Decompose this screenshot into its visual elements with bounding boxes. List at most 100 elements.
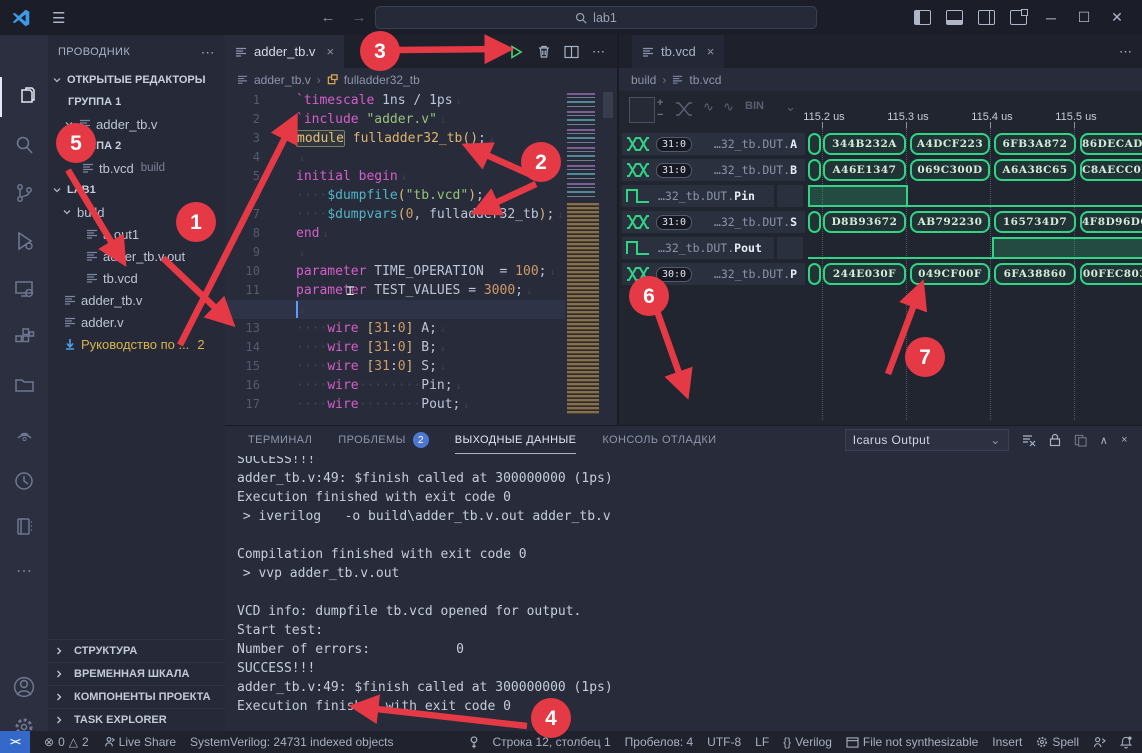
- radix-select[interactable]: BIN: [745, 100, 764, 112]
- signal-row-p[interactable]: 30:0…32_tb.DUT.P: [622, 263, 805, 285]
- tree-item-adder.v[interactable]: adder.v: [48, 311, 225, 333]
- menu-icon[interactable]: ☰: [52, 9, 65, 27]
- command-center-search[interactable]: lab1: [375, 6, 817, 29]
- notebook-icon[interactable]: [0, 507, 48, 547]
- nav-back-icon[interactable]: ←: [320, 9, 335, 26]
- breadcrumb-file[interactable]: adder_tb.v: [254, 73, 311, 87]
- customize-layout-icon[interactable]: [1010, 10, 1027, 25]
- wave-breadcrumb[interactable]: build › tb.vcd: [619, 68, 1142, 91]
- panel-tab-проблемы[interactable]: ПРОБЛЕМЫ2: [338, 426, 428, 454]
- toggle-panel-icon[interactable]: [946, 10, 963, 25]
- minimap[interactable]: [565, 91, 609, 425]
- code-line-3[interactable]: module fulladder32_tb();↓: [270, 129, 565, 148]
- analog-step-icon[interactable]: ∿: [723, 99, 734, 115]
- code-line-5[interactable]: initial begin↓: [270, 167, 565, 186]
- feedback-icon[interactable]: [1093, 736, 1106, 748]
- tree-item-adder_tb.v.out[interactable]: adder_tb.v.out: [48, 245, 225, 267]
- synthesizable-status[interactable]: File not synthesizable: [846, 735, 978, 749]
- explorer-icon[interactable]: [0, 77, 50, 117]
- panel-tab-консоль-отладки[interactable]: КОНСОЛЬ ОТЛАДКИ: [602, 426, 716, 454]
- run-and-debug-icon[interactable]: [0, 221, 48, 261]
- close-panel-icon[interactable]: ×: [1121, 434, 1128, 446]
- insert-mode[interactable]: Insert: [992, 735, 1022, 749]
- output-content[interactable]: SUCCESS!!!adder_tb.v:49: $finish called …: [237, 456, 1132, 732]
- clear-output-icon[interactable]: [1022, 433, 1036, 447]
- code-line-11[interactable]: parameter TEST_VALUES = 3000;↓: [270, 281, 565, 300]
- maximize-panel-icon[interactable]: ∧: [1100, 434, 1108, 447]
- live-share-icon[interactable]: [0, 413, 48, 453]
- toggle-sidebar-icon[interactable]: [914, 10, 931, 25]
- toggle-secondary-sidebar-icon[interactable]: [978, 10, 995, 25]
- editor-more-icon[interactable]: ⋯: [592, 44, 605, 60]
- sidebar-section-временная-шкала[interactable]: ВРЕМЕННАЯ ШКАЛА: [48, 662, 225, 685]
- breadcrumb-symbol[interactable]: fulladder32_tb: [344, 73, 420, 87]
- panel-tab-выходные-данные[interactable]: ВЫХОДНЫЕ ДАННЫЕ: [455, 426, 577, 454]
- remote-indicator[interactable]: ><: [0, 731, 30, 753]
- sidebar-section-компоненты-проекта[interactable]: КОМПОНЕНТЫ ПРОЕКТА: [48, 685, 225, 708]
- breadcrumb[interactable]: adder_tb.v › fulladder32_tb: [225, 68, 617, 91]
- eol-status[interactable]: LF: [755, 735, 769, 749]
- cursor-position[interactable]: Строка 12, столбец 1: [493, 735, 611, 749]
- tree-item-build[interactable]: build: [48, 201, 225, 223]
- output-channel-select[interactable]: Icarus Output⌄: [845, 429, 1009, 451]
- maximize-button[interactable]: ☐: [1075, 9, 1093, 26]
- sidebar-section-структура[interactable]: СТРУКТУРА: [48, 639, 225, 662]
- extensions-icon[interactable]: [0, 317, 48, 357]
- lock-icon[interactable]: [1049, 433, 1061, 447]
- indexer-status[interactable]: SystemVerilog: 24731 indexed objects: [190, 735, 393, 749]
- tree-item-a.out1[interactable]: a.out1: [48, 223, 225, 245]
- code-line-2[interactable]: `include "adder.v"↓: [270, 110, 565, 129]
- split-editor-icon[interactable]: [564, 45, 579, 59]
- code-line-6[interactable]: ····$dumpfile("tb.vcd");↓: [270, 186, 565, 205]
- spell-checker[interactable]: Spell: [1036, 735, 1079, 749]
- code-area[interactable]: `timescale 1ns / 1ps↓`include "adder.v"↓…: [270, 91, 565, 414]
- tab-tb-vcd[interactable]: tb.vcd ×: [632, 35, 724, 68]
- tree-item--[interactable]: ОТКРЫТЫЕ РЕДАКТОРЫ: [48, 69, 225, 91]
- code-line-1[interactable]: `timescale 1ns / 1ps↓: [270, 91, 565, 110]
- tree-item-adder_tb.v[interactable]: adder_tb.v: [48, 289, 225, 311]
- trash-icon[interactable]: [537, 44, 551, 59]
- breadcrumb-file[interactable]: tb.vcd: [689, 73, 721, 87]
- code-line-15[interactable]: ····wire [31:0] S;↓: [270, 357, 565, 376]
- code-line-16[interactable]: ····wire········Pin;↓: [270, 376, 565, 395]
- close-window-button[interactable]: ✕: [1108, 9, 1126, 26]
- signal-row-b[interactable]: 31:0…32_tb.DUT.B: [622, 159, 805, 181]
- swatch-plus-button[interactable]: +: [657, 98, 663, 109]
- ports-icon[interactable]: [469, 736, 479, 749]
- more-icon[interactable]: ⋯: [0, 551, 48, 591]
- tree-item--2[interactable]: ГРУППА 2: [48, 135, 225, 157]
- live-share-button[interactable]: Live Share: [103, 735, 176, 749]
- code-line-14[interactable]: ····wire [31:0] B;↓: [270, 338, 565, 357]
- code-line-12[interactable]: ↓: [225, 300, 565, 319]
- language-mode[interactable]: {﻿}Verilog: [783, 735, 832, 749]
- run-button[interactable]: [508, 44, 524, 60]
- encoding-status[interactable]: UTF-8: [707, 735, 741, 749]
- sidebar-section-task-explorer[interactable]: TASK EXPLORER: [48, 708, 225, 731]
- code-line-9[interactable]: ↓: [270, 243, 565, 262]
- project-folder-icon[interactable]: [0, 365, 48, 405]
- search-icon[interactable]: [0, 125, 48, 165]
- editor-more-icon[interactable]: ⋯: [1119, 44, 1132, 60]
- timeline-icon[interactable]: [0, 461, 48, 501]
- code-line-13[interactable]: ····wire [31:0] A;↓: [270, 319, 565, 338]
- analog-style-icon[interactable]: ∿: [703, 99, 714, 115]
- nav-forward-icon[interactable]: →: [351, 9, 366, 26]
- tree-item--1[interactable]: ГРУППА 1: [48, 91, 225, 113]
- close-tab-icon[interactable]: ×: [707, 44, 715, 59]
- color-swatch-box[interactable]: [629, 97, 655, 123]
- breadcrumb-folder[interactable]: build: [631, 73, 656, 87]
- bus-style-icon[interactable]: [675, 102, 695, 116]
- code-line-8[interactable]: end↓: [270, 224, 565, 243]
- tree-item-adder_tb.v[interactable]: adder_tb.v: [48, 113, 225, 135]
- signal-row-pout[interactable]: …32_tb.DUT.Pout: [622, 237, 774, 259]
- scrollbar-slider[interactable]: [603, 92, 613, 118]
- problems-status[interactable]: ⊗0 △2: [44, 735, 89, 749]
- tree-item-lab1[interactable]: LAB1: [48, 179, 225, 201]
- open-in-editor-icon[interactable]: [1074, 434, 1087, 447]
- remote-explorer-icon[interactable]: [0, 269, 48, 309]
- swatch-minus-button[interactable]: −: [657, 110, 663, 121]
- signal-row-a[interactable]: 31:0…32_tb.DUT.A: [622, 133, 805, 155]
- minimize-button[interactable]: ─: [1042, 10, 1060, 26]
- source-control-icon[interactable]: [0, 173, 48, 213]
- account-icon[interactable]: [0, 667, 48, 707]
